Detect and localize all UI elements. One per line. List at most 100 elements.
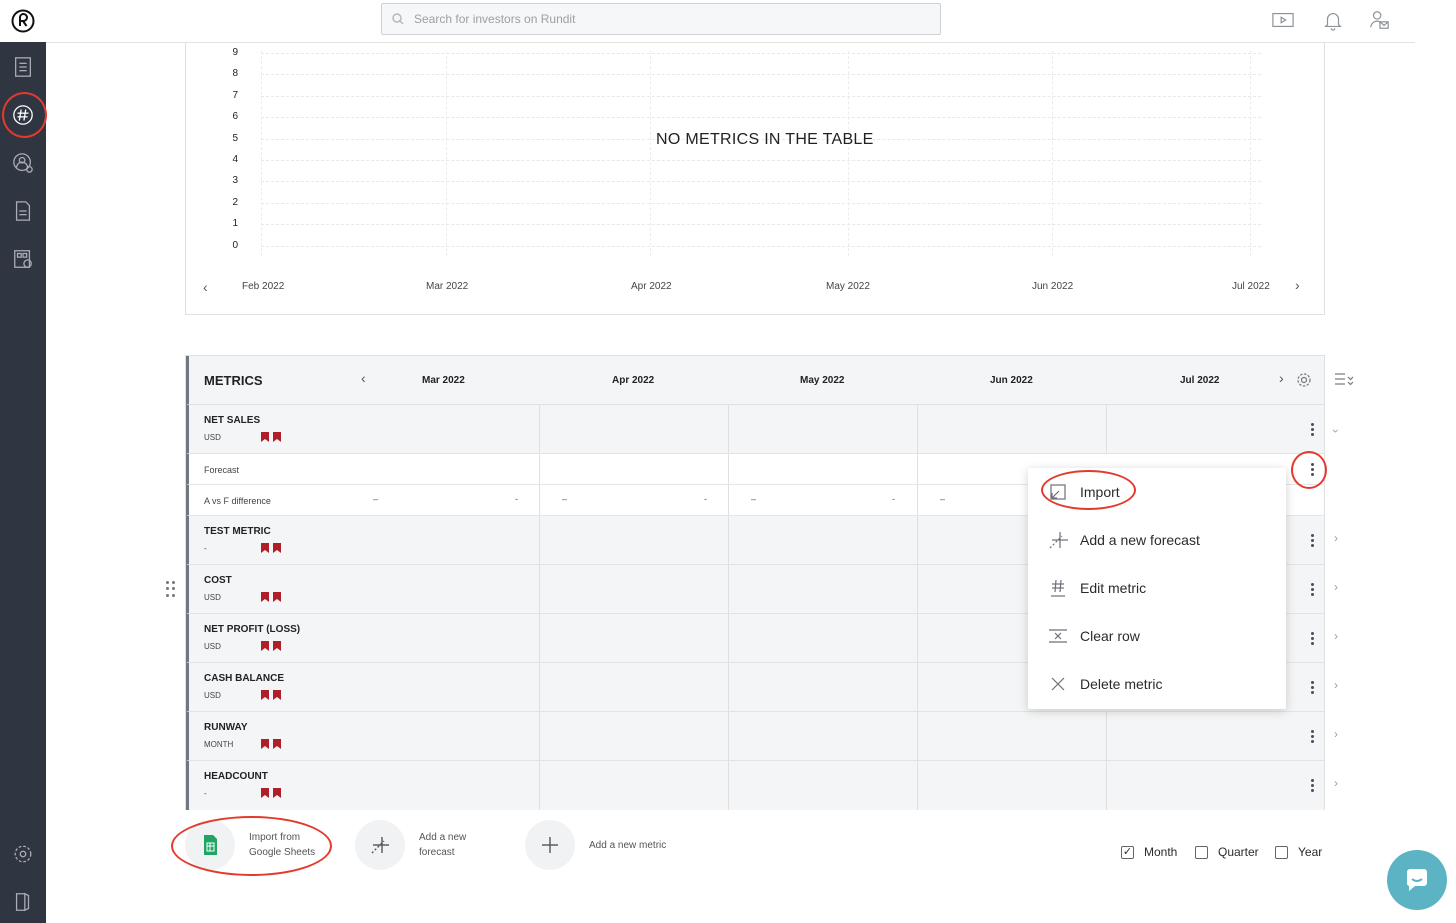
row-expand-chevron-icon[interactable]: › bbox=[1334, 678, 1338, 692]
row-options-kebab-icon[interactable] bbox=[1306, 419, 1318, 439]
flag-icons bbox=[261, 788, 281, 798]
settings-gear-icon[interactable] bbox=[11, 842, 35, 866]
grid-line bbox=[261, 95, 1261, 97]
y-tick-label: 2 bbox=[232, 196, 238, 208]
row-expand-chevron-icon[interactable]: › bbox=[1334, 580, 1338, 594]
diff-dash: - bbox=[892, 494, 895, 504]
metric-unit: MONTH bbox=[204, 740, 234, 749]
notifications-bell-icon[interactable] bbox=[1320, 8, 1346, 32]
metric-row-net-sales[interactable]: NET SALES USD bbox=[186, 405, 1324, 454]
row-expand-chevron-icon[interactable]: › bbox=[1334, 727, 1338, 741]
y-tick-label: 5 bbox=[232, 132, 238, 144]
month-header: Apr 2022 bbox=[612, 375, 655, 386]
investors-icon[interactable] bbox=[11, 151, 35, 175]
diff-dash: – bbox=[373, 494, 379, 504]
flag-icon bbox=[273, 739, 281, 749]
grid-line-vertical bbox=[848, 51, 849, 256]
y-tick-label: 8 bbox=[232, 68, 238, 80]
menu-clear-row[interactable]: Clear row bbox=[1048, 624, 1140, 648]
month-header: Jun 2022 bbox=[990, 375, 1033, 386]
row-options-kebab-icon[interactable] bbox=[1306, 677, 1318, 697]
metric-unit: USD bbox=[204, 642, 221, 651]
grid-line-vertical bbox=[1052, 51, 1053, 256]
top-bar: Search for investors on Rundit bbox=[46, 0, 1415, 43]
search-input[interactable]: Search for investors on Rundit bbox=[381, 3, 941, 35]
month-header: Mar 2022 bbox=[422, 375, 465, 386]
flag-icon bbox=[261, 690, 269, 700]
x-tick-label: May 2022 bbox=[826, 281, 870, 292]
row-expand-chevron-icon[interactable]: › bbox=[1329, 429, 1343, 433]
flag-icons bbox=[261, 641, 281, 651]
diff-label: A vs F difference bbox=[204, 496, 271, 506]
row-options-kebab-icon[interactable] bbox=[1306, 775, 1318, 795]
grid-line bbox=[261, 53, 1261, 54]
flag-icon bbox=[261, 788, 269, 798]
add-forecast-button[interactable]: Add a new forecast bbox=[355, 820, 499, 870]
google-sheets-icon bbox=[185, 820, 235, 870]
metric-row-runway[interactable]: RUNWAY MONTH bbox=[186, 712, 1324, 761]
documents-icon[interactable] bbox=[11, 55, 35, 79]
period-year-checkbox[interactable]: Year bbox=[1275, 845, 1322, 859]
table-settings-gear-icon[interactable] bbox=[1296, 372, 1312, 388]
profile-messages-icon[interactable] bbox=[1366, 8, 1392, 32]
chart-next-arrow[interactable]: › bbox=[1295, 277, 1300, 293]
x-tick-label: Feb 2022 bbox=[242, 281, 285, 292]
grid-line-vertical bbox=[261, 51, 262, 256]
metric-name: HEADCOUNT bbox=[204, 771, 268, 782]
metric-unit: - bbox=[204, 789, 207, 798]
menu-delete-metric[interactable]: Delete metric bbox=[1048, 672, 1162, 696]
column-toggle-icon[interactable] bbox=[1334, 372, 1356, 388]
row-options-kebab-icon[interactable] bbox=[1306, 628, 1318, 648]
flag-icon bbox=[261, 739, 269, 749]
rundit-logo[interactable] bbox=[0, 0, 46, 42]
period-quarter-checkbox[interactable]: Quarter bbox=[1195, 845, 1259, 859]
metric-unit: USD bbox=[204, 433, 221, 442]
metrics-hash-icon[interactable] bbox=[11, 103, 35, 127]
menu-import[interactable]: Import bbox=[1048, 480, 1120, 504]
menu-add-forecast[interactable]: Add a new forecast bbox=[1048, 528, 1200, 552]
flag-icon bbox=[273, 641, 281, 651]
table-prev-arrow[interactable]: ‹ bbox=[361, 370, 366, 386]
dashboard-icon[interactable] bbox=[11, 247, 35, 271]
row-expand-chevron-icon[interactable]: › bbox=[1334, 776, 1338, 790]
logout-icon[interactable] bbox=[11, 890, 35, 914]
forecast-options-kebab-icon[interactable] bbox=[1306, 459, 1318, 479]
drag-handle-icon[interactable] bbox=[166, 581, 176, 597]
row-options-kebab-icon[interactable] bbox=[1306, 726, 1318, 746]
report-icon[interactable] bbox=[11, 199, 35, 223]
row-options-kebab-icon[interactable] bbox=[1306, 579, 1318, 599]
metric-row-headcount[interactable]: HEADCOUNT - bbox=[186, 761, 1324, 810]
period-month-checkbox[interactable]: ✓ Month bbox=[1121, 845, 1177, 859]
y-tick-label: 4 bbox=[232, 154, 238, 165]
period-label: Quarter bbox=[1218, 845, 1259, 859]
y-tick-label: 9 bbox=[232, 47, 238, 58]
row-expand-chevron-icon[interactable]: › bbox=[1334, 629, 1338, 643]
period-label: Year bbox=[1298, 845, 1323, 859]
add-metric-button[interactable]: Add a new metric bbox=[525, 820, 669, 870]
flag-icon bbox=[261, 432, 269, 442]
chart-prev-arrow[interactable]: ‹ bbox=[203, 279, 208, 295]
grid-line bbox=[261, 160, 1261, 161]
sidebar bbox=[0, 0, 47, 923]
metric-name: NET PROFIT (LOSS) bbox=[204, 624, 301, 635]
search-icon bbox=[392, 13, 404, 25]
grid-line bbox=[261, 181, 1261, 183]
import-google-sheets-button[interactable]: Import from Google Sheets bbox=[185, 820, 329, 870]
delete-x-icon bbox=[1051, 677, 1065, 691]
flag-icons bbox=[261, 592, 281, 602]
flag-icon bbox=[273, 543, 281, 553]
flag-icon bbox=[273, 592, 281, 602]
diff-dash: – bbox=[940, 494, 946, 504]
logo-icon bbox=[11, 9, 35, 33]
flag-icon bbox=[273, 432, 281, 442]
table-next-arrow[interactable]: › bbox=[1279, 370, 1284, 386]
row-options-kebab-icon[interactable] bbox=[1306, 530, 1318, 550]
flag-icon bbox=[261, 592, 269, 602]
video-play-icon[interactable] bbox=[1270, 8, 1296, 32]
metrics-title: METRICS bbox=[204, 373, 263, 388]
chat-support-button[interactable] bbox=[1387, 850, 1447, 910]
menu-edit-metric[interactable]: Edit metric bbox=[1048, 576, 1146, 600]
diff-dash: - bbox=[704, 494, 707, 504]
row-expand-chevron-icon[interactable]: › bbox=[1334, 531, 1338, 545]
menu-item-label: Delete metric bbox=[1080, 676, 1163, 692]
